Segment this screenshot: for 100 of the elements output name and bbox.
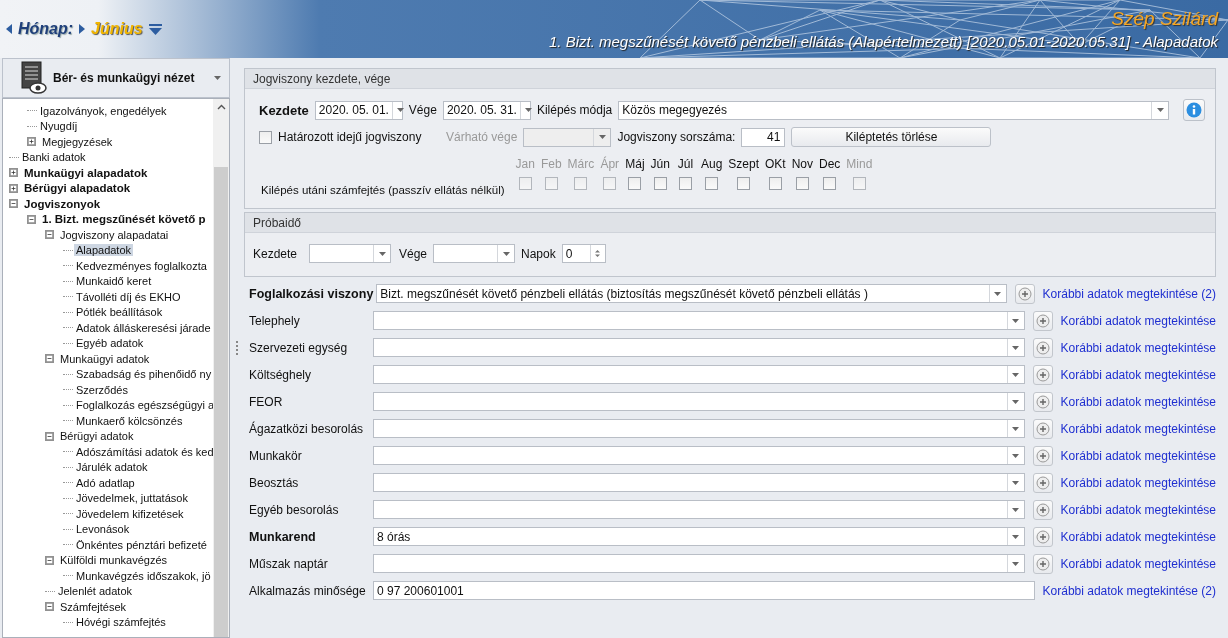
tree-item[interactable]: Hóvégi számfejtés <box>74 616 168 629</box>
collapse-icon[interactable] <box>27 214 36 224</box>
tree-item[interactable]: Jogviszony alapadatai <box>58 228 171 241</box>
add-button[interactable] <box>1032 526 1053 547</box>
spin-field[interactable]: 0 <box>561 244 606 263</box>
add-button[interactable] <box>1032 364 1053 385</box>
tree-item[interactable]: Szabadság és pihenőidő ny <box>74 368 213 381</box>
tree-item[interactable]: Munkaügyi alapadatok <box>22 166 150 179</box>
history-link[interactable]: Korábbi adatok megtekintése <box>1060 448 1216 463</box>
dropdown-field[interactable] <box>373 338 1025 357</box>
dropdown-field[interactable] <box>373 446 1025 465</box>
collapse-icon[interactable] <box>45 230 54 240</box>
tree-item[interactable]: Megjegyzések <box>40 135 115 148</box>
tree-item[interactable]: Nyugdíj <box>38 120 80 133</box>
collapse-icon[interactable] <box>45 354 54 364</box>
dropdown-field[interactable] <box>373 554 1025 573</box>
add-button[interactable] <box>1032 418 1053 439</box>
spin-arrows-icon[interactable] <box>595 249 601 258</box>
tree-item[interactable]: Munkavégzés időszakok, jö <box>74 569 213 582</box>
dropdown-field[interactable] <box>373 311 1025 330</box>
date-field[interactable]: 2020. 05. 01. <box>314 100 403 120</box>
scrollbar[interactable] <box>213 99 229 637</box>
tree-item[interactable]: Szerződés <box>74 383 130 396</box>
text-field[interactable]: 0 97 200601001 <box>373 581 1035 600</box>
expand-icon[interactable] <box>9 168 18 178</box>
add-button[interactable] <box>1032 310 1053 331</box>
view-selector[interactable]: Bér- és munkaügyi nézet <box>2 58 230 98</box>
next-icon[interactable] <box>79 24 86 34</box>
collapse-icon[interactable] <box>45 555 54 565</box>
tree-item[interactable]: Jövedelmek, juttatások <box>74 492 190 505</box>
tree-item[interactable]: Járulék adatok <box>74 461 150 474</box>
date-field[interactable] <box>433 244 516 263</box>
checkbox[interactable] <box>795 177 809 190</box>
checkbox[interactable] <box>653 177 667 190</box>
expand-icon[interactable] <box>27 137 36 147</box>
dropdown-field[interactable]: Közös megegyezés <box>618 100 1169 120</box>
tree-item[interactable]: Munkaidő keret <box>74 275 154 288</box>
checkbox[interactable] <box>705 177 719 190</box>
tree-item[interactable]: Adószámítási adatok és ked <box>74 445 213 458</box>
collapse-icon[interactable] <box>45 431 54 441</box>
dropdown-field[interactable] <box>373 365 1025 384</box>
dropdown-field[interactable]: 8 órás <box>373 527 1025 546</box>
tree-item[interactable]: Számfejtések <box>58 600 129 613</box>
tree-item[interactable]: Önkéntes pénztári befizeté <box>74 538 209 551</box>
tree-item[interactable]: Egyéb adatok <box>74 337 146 350</box>
splitter-handle[interactable] <box>236 341 238 355</box>
add-button[interactable] <box>1032 472 1053 493</box>
tree-item[interactable]: Jogviszonyok <box>22 197 103 210</box>
history-link[interactable]: Korábbi adatok megtekintése <box>1060 313 1216 328</box>
dropdown-field[interactable] <box>373 419 1025 438</box>
add-button[interactable] <box>1032 445 1053 466</box>
history-link[interactable]: Korábbi adatok megtekintése <box>1060 529 1216 544</box>
tree-item[interactable]: 1. Bizt. megszűnését követő p <box>40 213 208 226</box>
tree-item[interactable]: Igazolványok, engedélyek <box>38 104 169 117</box>
tree-item[interactable]: Kedvezményes foglalkozta <box>74 259 209 272</box>
add-button[interactable] <box>1032 391 1053 412</box>
history-link[interactable]: Korábbi adatok megtekintése <box>1060 394 1216 409</box>
add-button[interactable] <box>1032 337 1053 358</box>
history-link[interactable]: Korábbi adatok megtekintése <box>1060 340 1216 355</box>
tree-item[interactable]: Munkaügyi adatok <box>58 352 152 365</box>
tree-item[interactable]: Alapadatok <box>74 244 134 257</box>
dropdown-field[interactable] <box>373 473 1025 492</box>
history-link[interactable]: Korábbi adatok megtekintése <box>1060 502 1216 517</box>
date-field[interactable] <box>309 244 391 263</box>
tree-item[interactable]: Távolléti díj és EKHO <box>74 290 183 303</box>
collapse-icon[interactable] <box>9 199 18 209</box>
dropdown-field[interactable] <box>373 392 1025 411</box>
history-link[interactable]: Korábbi adatok megtekintése (2) <box>1042 286 1216 301</box>
dropdown-icon[interactable] <box>148 23 162 35</box>
previous-icon[interactable] <box>6 24 12 34</box>
history-link[interactable]: Korábbi adatok megtekintése (2) <box>1042 583 1216 598</box>
tree-item[interactable]: Jövedelem kifizetések <box>74 507 186 520</box>
date-field[interactable]: 2020. 05. 31. <box>442 100 531 120</box>
info-button[interactable] <box>1183 99 1205 121</box>
history-link[interactable]: Korábbi adatok megtekintése <box>1060 421 1216 436</box>
add-button[interactable] <box>1014 283 1035 304</box>
clear-exit-button[interactable]: Kiléptetés törlése <box>791 127 992 147</box>
add-button[interactable] <box>1032 499 1053 520</box>
tree-item[interactable]: Bérügyi adatok <box>58 430 136 443</box>
checkbox[interactable] <box>823 177 837 190</box>
tree-item[interactable]: Bérügyi alapadatok <box>22 182 133 195</box>
tree-item[interactable]: Jelenlét adatok <box>56 585 134 598</box>
collapse-icon[interactable] <box>45 602 54 612</box>
history-link[interactable]: Korábbi adatok megtekintése <box>1060 556 1216 571</box>
expand-icon[interactable] <box>9 183 18 193</box>
tree-item[interactable]: Adó adatlap <box>74 476 137 489</box>
add-button[interactable] <box>1032 553 1053 574</box>
checkbox[interactable] <box>737 177 751 190</box>
history-link[interactable]: Korábbi adatok megtekintése <box>1060 475 1216 490</box>
tree-item[interactable]: Munkaerő kölcsönzés <box>74 414 185 427</box>
checkbox[interactable] <box>259 130 272 144</box>
number-field[interactable]: 41 <box>741 127 786 147</box>
checkbox[interactable] <box>768 177 782 190</box>
dropdown-field[interactable]: Bizt. megszűnését követő pénzbeli ellátás (biztosítás megszűnését követő pénzbeli ellátás ) <box>376 284 1007 303</box>
scroll-up-icon[interactable] <box>216 104 226 110</box>
checkbox[interactable] <box>628 177 642 190</box>
tree-item[interactable]: Adatok álláskeresési járade <box>74 321 213 334</box>
tree-item[interactable]: Levonások <box>74 523 132 536</box>
history-link[interactable]: Korábbi adatok megtekintése <box>1060 367 1216 382</box>
tree-item[interactable]: Pótlék beállítások <box>74 306 165 319</box>
